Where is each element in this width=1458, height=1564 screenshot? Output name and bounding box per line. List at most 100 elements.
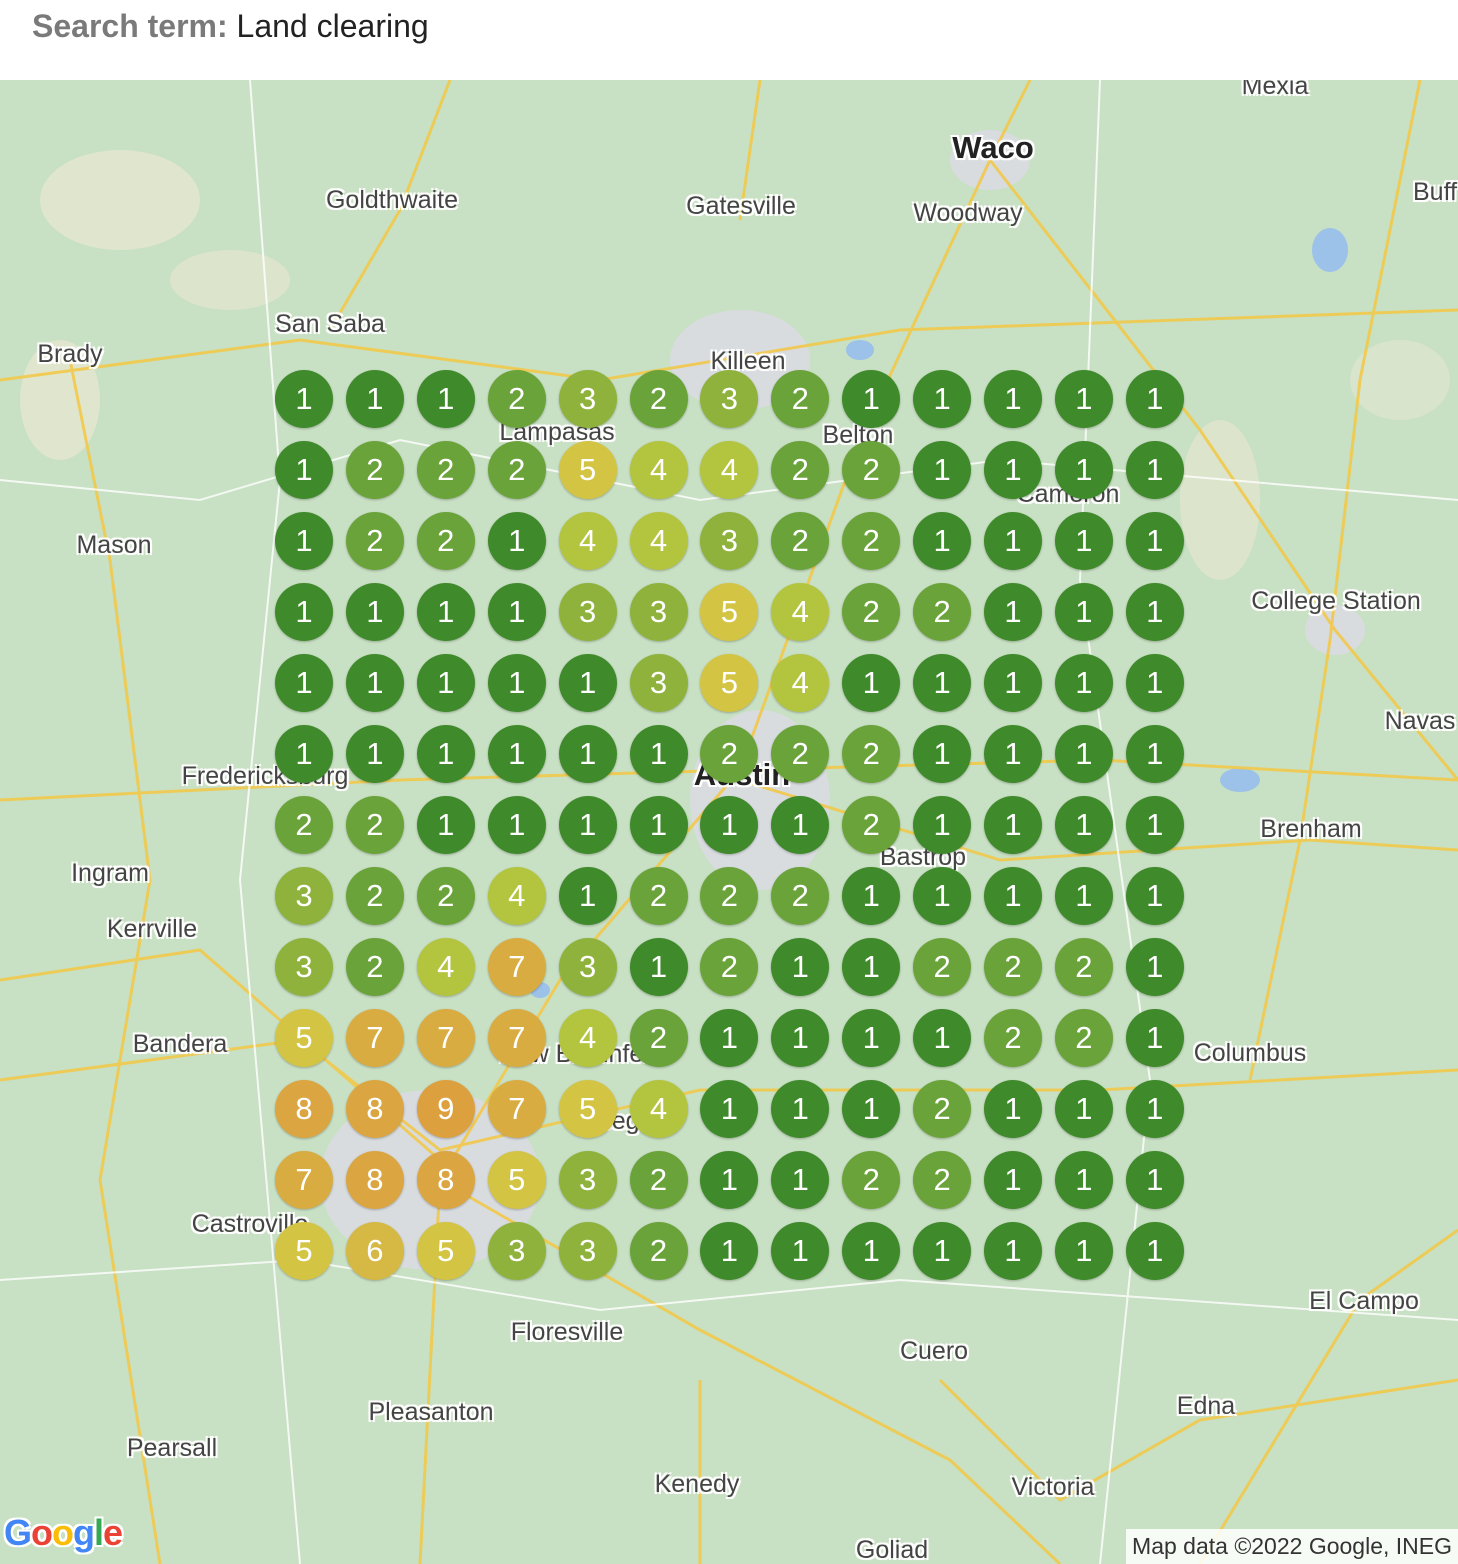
map-attribution[interactable]: Map data ©2022 Google, INEG	[1126, 1529, 1458, 1564]
rank-pin[interactable]: 1	[1125, 867, 1184, 925]
rank-pin[interactable]: 2	[842, 1151, 901, 1209]
rank-pin[interactable]: 1	[345, 370, 404, 428]
rank-pin[interactable]: 1	[487, 796, 546, 854]
rank-pin[interactable]: 1	[984, 1080, 1042, 1138]
map-view[interactable]: Waco Mexia Goldthwaite Gatesville Woodway San…	[0, 80, 1458, 1564]
rank-pin[interactable]: 1	[416, 583, 475, 641]
rank-pin[interactable]: 1	[984, 1222, 1042, 1280]
rank-pin[interactable]: 9	[416, 1080, 475, 1138]
rank-pin[interactable]: 2	[984, 938, 1042, 996]
rank-pin[interactable]: 1	[771, 1009, 830, 1067]
rank-pin[interactable]: 2	[913, 938, 972, 996]
rank-pin[interactable]: 3	[700, 370, 759, 428]
rank-pin[interactable]: 1	[842, 938, 901, 996]
rank-pin[interactable]: 2	[487, 370, 546, 428]
rank-pin[interactable]: 2	[700, 725, 759, 783]
rank-pin[interactable]: 2	[416, 867, 475, 925]
rank-pin[interactable]: 5	[416, 1222, 475, 1280]
rank-pin[interactable]: 1	[842, 654, 901, 712]
rank-pin[interactable]: 2	[629, 1009, 688, 1067]
rank-pin[interactable]: 1	[913, 512, 972, 570]
rank-pin[interactable]: 1	[913, 441, 972, 499]
rank-pin[interactable]: 7	[487, 938, 546, 996]
rank-pin[interactable]: 2	[842, 796, 901, 854]
rank-pin[interactable]: 1	[913, 1222, 972, 1280]
rank-pin[interactable]: 1	[487, 725, 546, 783]
rank-pin[interactable]: 7	[275, 1151, 333, 1209]
rank-pin[interactable]: 1	[700, 1222, 759, 1280]
rank-pin[interactable]: 5	[275, 1009, 333, 1067]
rank-pin[interactable]: 1	[700, 796, 759, 854]
rank-pin[interactable]: 3	[629, 583, 688, 641]
rank-pin[interactable]: 2	[416, 441, 475, 499]
rank-pin[interactable]: 5	[275, 1222, 333, 1280]
rank-pin[interactable]: 1	[558, 867, 617, 925]
rank-pin[interactable]: 1	[487, 654, 546, 712]
rank-pin[interactable]: 7	[416, 1009, 475, 1067]
rank-pin[interactable]: 1	[984, 725, 1042, 783]
rank-pin[interactable]: 1	[1125, 725, 1184, 783]
rank-pin[interactable]: 1	[416, 654, 475, 712]
rank-pin[interactable]: 1	[984, 867, 1042, 925]
rank-pin[interactable]: 4	[629, 1080, 688, 1138]
rank-pin[interactable]: 1	[984, 796, 1042, 854]
rank-pin[interactable]: 1	[416, 370, 475, 428]
rank-pin[interactable]: 3	[558, 370, 617, 428]
rank-pin[interactable]: 7	[487, 1080, 546, 1138]
rank-pin[interactable]: 5	[558, 1080, 617, 1138]
rank-pin[interactable]: 2	[771, 725, 830, 783]
rank-pin[interactable]: 1	[984, 583, 1042, 641]
rank-pin[interactable]: 8	[345, 1151, 404, 1209]
rank-pin[interactable]: 1	[984, 654, 1042, 712]
rank-pin[interactable]: 1	[416, 725, 475, 783]
rank-pin[interactable]: 1	[275, 583, 333, 641]
rank-pin[interactable]: 1	[913, 725, 972, 783]
rank-pin[interactable]: 2	[700, 938, 759, 996]
rank-pin[interactable]: 1	[1054, 796, 1113, 854]
rank-pin[interactable]: 1	[913, 370, 972, 428]
rank-pin[interactable]: 1	[345, 654, 404, 712]
rank-pin[interactable]: 5	[487, 1151, 546, 1209]
rank-pin[interactable]: 1	[558, 725, 617, 783]
rank-pin[interactable]: 2	[771, 512, 830, 570]
rank-pin[interactable]: 4	[629, 512, 688, 570]
rank-pin[interactable]: 1	[1125, 512, 1184, 570]
rank-pin[interactable]: 2	[345, 512, 404, 570]
rank-pin[interactable]: 2	[913, 1080, 972, 1138]
rank-pin[interactable]: 4	[487, 867, 546, 925]
rank-pin[interactable]: 1	[275, 441, 333, 499]
rank-pin[interactable]: 1	[913, 796, 972, 854]
rank-pin[interactable]: 2	[913, 1151, 972, 1209]
rank-pin[interactable]: 1	[984, 370, 1042, 428]
rank-pin[interactable]: 1	[629, 796, 688, 854]
rank-pin[interactable]: 2	[913, 583, 972, 641]
rank-pin[interactable]: 1	[275, 654, 333, 712]
rank-pin[interactable]: 1	[842, 370, 901, 428]
rank-pin[interactable]: 2	[345, 796, 404, 854]
rank-pin[interactable]: 2	[629, 1222, 688, 1280]
rank-pin[interactable]: 1	[1125, 654, 1184, 712]
rank-pin[interactable]: 1	[275, 512, 333, 570]
rank-pin[interactable]: 2	[1054, 938, 1113, 996]
rank-pin[interactable]: 1	[771, 1080, 830, 1138]
rank-pin[interactable]: 1	[1054, 370, 1113, 428]
rank-pin[interactable]: 8	[275, 1080, 333, 1138]
rank-pin[interactable]: 2	[1054, 1009, 1113, 1067]
rank-pin[interactable]: 4	[700, 441, 759, 499]
rank-pin[interactable]: 2	[487, 441, 546, 499]
rank-pin[interactable]: 4	[558, 512, 617, 570]
rank-pin[interactable]: 2	[771, 370, 830, 428]
rank-pin[interactable]: 3	[558, 1151, 617, 1209]
rank-pin[interactable]: 7	[487, 1009, 546, 1067]
rank-pin[interactable]: 2	[345, 938, 404, 996]
rank-pin[interactable]: 2	[345, 867, 404, 925]
rank-pin[interactable]: 1	[1125, 441, 1184, 499]
rank-pin[interactable]: 2	[345, 441, 404, 499]
rank-pin[interactable]: 2	[275, 796, 333, 854]
rank-pin[interactable]: 2	[771, 867, 830, 925]
rank-pin[interactable]: 2	[842, 512, 901, 570]
rank-pin[interactable]: 6	[345, 1222, 404, 1280]
rank-pin[interactable]: 2	[842, 583, 901, 641]
rank-pin[interactable]: 1	[345, 725, 404, 783]
rank-pin[interactable]: 3	[700, 512, 759, 570]
